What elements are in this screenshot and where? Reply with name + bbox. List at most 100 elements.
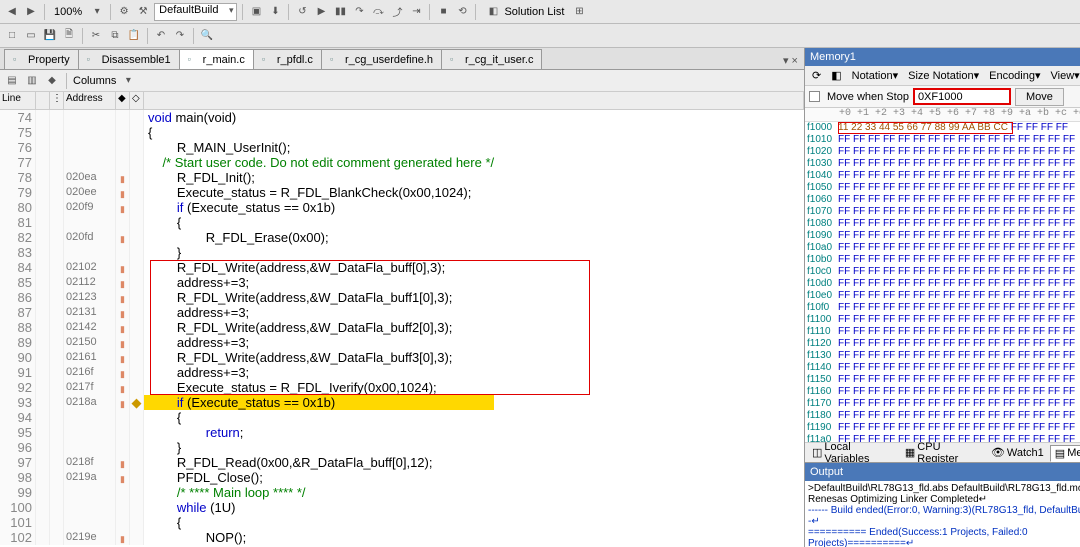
refresh-icon[interactable]: ⟳ [808, 67, 825, 84]
rebuild-icon[interactable]: ⚒ [135, 4, 151, 20]
cut-icon[interactable]: ✂ [88, 28, 104, 44]
solution-list-button[interactable]: ◧ Solution List [481, 4, 568, 20]
memory-row[interactable]: f1090FF FF FF FF FF FF FF FF FF FF FF FF… [805, 230, 1080, 242]
copy-icon[interactable]: ⧉ [107, 28, 123, 44]
stop-icon[interactable]: ■ [435, 4, 451, 20]
code-line[interactable]: 930218a▮◆ if (Execute_status == 0x1b) [0, 395, 494, 410]
code-line[interactable]: 970218f▮ R_FDL_Read(0x00,&R_DataFla_buff… [0, 455, 494, 470]
code-line[interactable]: 1020219e▮ NOP(); [0, 530, 494, 545]
build-config-combo[interactable]: DefaultBuild [154, 3, 237, 21]
memory-row[interactable]: f1110FF FF FF FF FF FF FF FF FF FF FF FF… [805, 326, 1080, 338]
code-line[interactable]: 8702131▮ address+=3; [0, 305, 494, 320]
move-button[interactable]: Move [1015, 88, 1064, 106]
code-line[interactable]: 83 } [0, 245, 494, 260]
code-line[interactable]: 77 /* Start user code. Do not edit comme… [0, 155, 494, 170]
tab-property[interactable]: ▫Property [4, 49, 79, 69]
memory-row[interactable]: f1140FF FF FF FF FF FF FF FF FF FF FF FF… [805, 362, 1080, 374]
memory-row[interactable]: f11a0FF FF FF FF FF FF FF FF FF FF FF FF… [805, 434, 1080, 442]
nav-fwd-icon[interactable]: ▶ [23, 4, 39, 20]
saveall-icon[interactable]: 🗎 [61, 28, 77, 44]
memory-row[interactable]: f10b0FF FF FF FF FF FF FF FF FF FF FF FF… [805, 254, 1080, 266]
reset-icon[interactable]: ↺ [294, 4, 310, 20]
memory-row[interactable]: f1020FF FF FF FF FF FF FF FF FF FF FF FF… [805, 146, 1080, 158]
memory-row[interactable]: f10d0FF FF FF FF FF FF FF FF FF FF FF FF… [805, 278, 1080, 290]
find-icon[interactable]: 🔍 [199, 28, 215, 44]
code-line[interactable]: 76 R_MAIN_UserInit(); [0, 140, 494, 155]
memory-row[interactable]: f1120FF FF FF FF FF FF FF FF FF FF FF FF… [805, 338, 1080, 350]
memory-grid[interactable]: f100011 22 33 44 55 66 77 88 99 AA BB CC… [805, 122, 1080, 442]
memory-row[interactable]: f1150FF FF FF FF FF FF FF FF FF FF FF FF… [805, 374, 1080, 386]
encoding-dropdown[interactable]: Encoding▾ [985, 67, 1044, 84]
code-line[interactable]: 95 return; [0, 425, 494, 440]
memory-row[interactable]: f1070FF FF FF FF FF FF FF FF FF FF FF FF… [805, 206, 1080, 218]
memory-row[interactable]: f10c0FF FF FF FF FF FF FF FF FF FF FF FF… [805, 266, 1080, 278]
code-line[interactable]: 78020ea▮ R_FDL_Init(); [0, 170, 494, 185]
redo-icon[interactable]: ↷ [172, 28, 188, 44]
new-icon[interactable]: □ [4, 28, 20, 44]
tab-memory1[interactable]: ▤ Memory1 [1050, 445, 1080, 462]
code-line[interactable]: 980219a▮ PFDL_Close(); [0, 470, 494, 485]
code-line[interactable]: 9002161▮ R_FDL_Write(address,&W_DataFla_… [0, 350, 494, 365]
undo-icon[interactable]: ↶ [153, 28, 169, 44]
memory-row[interactable]: f1040FF FF FF FF FF FF FF FF FF FF FF FF… [805, 170, 1080, 182]
view-dropdown[interactable]: View▾ [1047, 67, 1080, 84]
open-icon[interactable]: ▭ [23, 28, 39, 44]
tab-r-cg-userdefine-h[interactable]: ▫r_cg_userdefine.h [321, 49, 442, 69]
memory-row[interactable]: f10a0FF FF FF FF FF FF FF FF FF FF FF FF… [805, 242, 1080, 254]
output-text[interactable]: >DefaultBuild\RL78G13_fld.abs DefaultBui… [805, 481, 1080, 547]
tab-r-pfdl-c[interactable]: ▫r_pfdl.c [253, 49, 322, 69]
code-line[interactable]: 8802142▮ R_FDL_Write(address,&W_DataFla_… [0, 320, 494, 335]
memory-row[interactable]: f1160FF FF FF FF FF FF FF FF FF FF FF FF… [805, 386, 1080, 398]
toggle3-icon[interactable]: ◆ [44, 73, 60, 89]
tool-icon[interactable]: ◧ [827, 67, 845, 84]
code-line[interactable]: 920217f▮ Execute_status = R_FDL_Iverify(… [0, 380, 494, 395]
code-line[interactable]: 99 /* **** Main loop **** */ [0, 485, 494, 500]
code-line[interactable]: 8502112▮ address+=3; [0, 275, 494, 290]
toggle1-icon[interactable]: ▤ [4, 73, 20, 89]
build-icon[interactable]: ⚙ [116, 4, 132, 20]
tab-r-main-c[interactable]: ▫r_main.c [179, 49, 254, 69]
code-line[interactable]: 101 { [0, 515, 494, 530]
memory-row[interactable]: f1060FF FF FF FF FF FF FF FF FF FF FF FF… [805, 194, 1080, 206]
break-icon[interactable]: ▮▮ [332, 4, 348, 20]
paste-icon[interactable]: 📋 [126, 28, 142, 44]
restart-icon[interactable]: ⟲ [454, 4, 470, 20]
memory-row[interactable]: f1180FF FF FF FF FF FF FF FF FF FF FF FF… [805, 410, 1080, 422]
code-line[interactable]: 80020f9▮ if (Execute_status == 0x1b) [0, 200, 494, 215]
memory-row[interactable]: f1100FF FF FF FF FF FF FF FF FF FF FF FF… [805, 314, 1080, 326]
stepover-icon[interactable]: ⤼ [370, 4, 386, 20]
debug-icon[interactable]: ▣ [248, 4, 264, 20]
memory-row[interactable]: f1010FF FF FF FF FF FF FF FF FF FF FF FF… [805, 134, 1080, 146]
toggle2-icon[interactable]: ▥ [24, 73, 40, 89]
memory-row[interactable]: f1190FF FF FF FF FF FF FF FF FF FF FF FF… [805, 422, 1080, 434]
tab-close-icon[interactable]: ▾ × [777, 52, 804, 69]
chevron-down-icon[interactable]: ▾ [89, 4, 105, 20]
code-line[interactable]: 8602123▮ R_FDL_Write(address,&W_DataFla_… [0, 290, 494, 305]
stepout-icon[interactable]: ⤴ [389, 4, 405, 20]
memory-row[interactable]: f1030FF FF FF FF FF FF FF FF FF FF FF FF… [805, 158, 1080, 170]
code-line[interactable]: 8902150▮ address+=3; [0, 335, 494, 350]
chevron-down-icon[interactable]: ▾ [120, 73, 136, 89]
code-line[interactable]: 94 { [0, 410, 494, 425]
memory-row[interactable]: f100011 22 33 44 55 66 77 88 99 AA BB CC… [805, 122, 1080, 134]
memory-address-input[interactable] [913, 88, 1011, 105]
columns-dropdown[interactable]: Columns [73, 75, 116, 87]
panel-icon[interactable]: ⊞ [571, 4, 587, 20]
code-line[interactable]: 82020fd▮ R_FDL_Erase(0x00); [0, 230, 494, 245]
size-dropdown[interactable]: Size Notation▾ [904, 67, 983, 84]
zoom-level[interactable]: 100% [50, 6, 86, 18]
memory-row[interactable]: f1050FF FF FF FF FF FF FF FF FF FF FF FF… [805, 182, 1080, 194]
code-line[interactable]: 74void main(void) [0, 110, 494, 125]
save-icon[interactable]: 💾 [42, 28, 58, 44]
move-when-stop-checkbox[interactable] [809, 91, 820, 102]
download-icon[interactable]: ⬇ [267, 4, 283, 20]
code-line[interactable]: 96 } [0, 440, 494, 455]
notation-dropdown[interactable]: Notation▾ [848, 67, 903, 84]
memory-row[interactable]: f1080FF FF FF FF FF FF FF FF FF FF FF FF… [805, 218, 1080, 230]
code-line[interactable]: 75{ [0, 125, 494, 140]
memory-row[interactable]: f1170FF FF FF FF FF FF FF FF FF FF FF FF… [805, 398, 1080, 410]
go-icon[interactable]: ▶ [313, 4, 329, 20]
code-line[interactable]: 8402102▮ R_FDL_Write(address,&W_DataFla_… [0, 260, 494, 275]
memory-row[interactable]: f10e0FF FF FF FF FF FF FF FF FF FF FF FF… [805, 290, 1080, 302]
code-line[interactable]: 79020ee▮ Execute_status = R_FDL_BlankChe… [0, 185, 494, 200]
